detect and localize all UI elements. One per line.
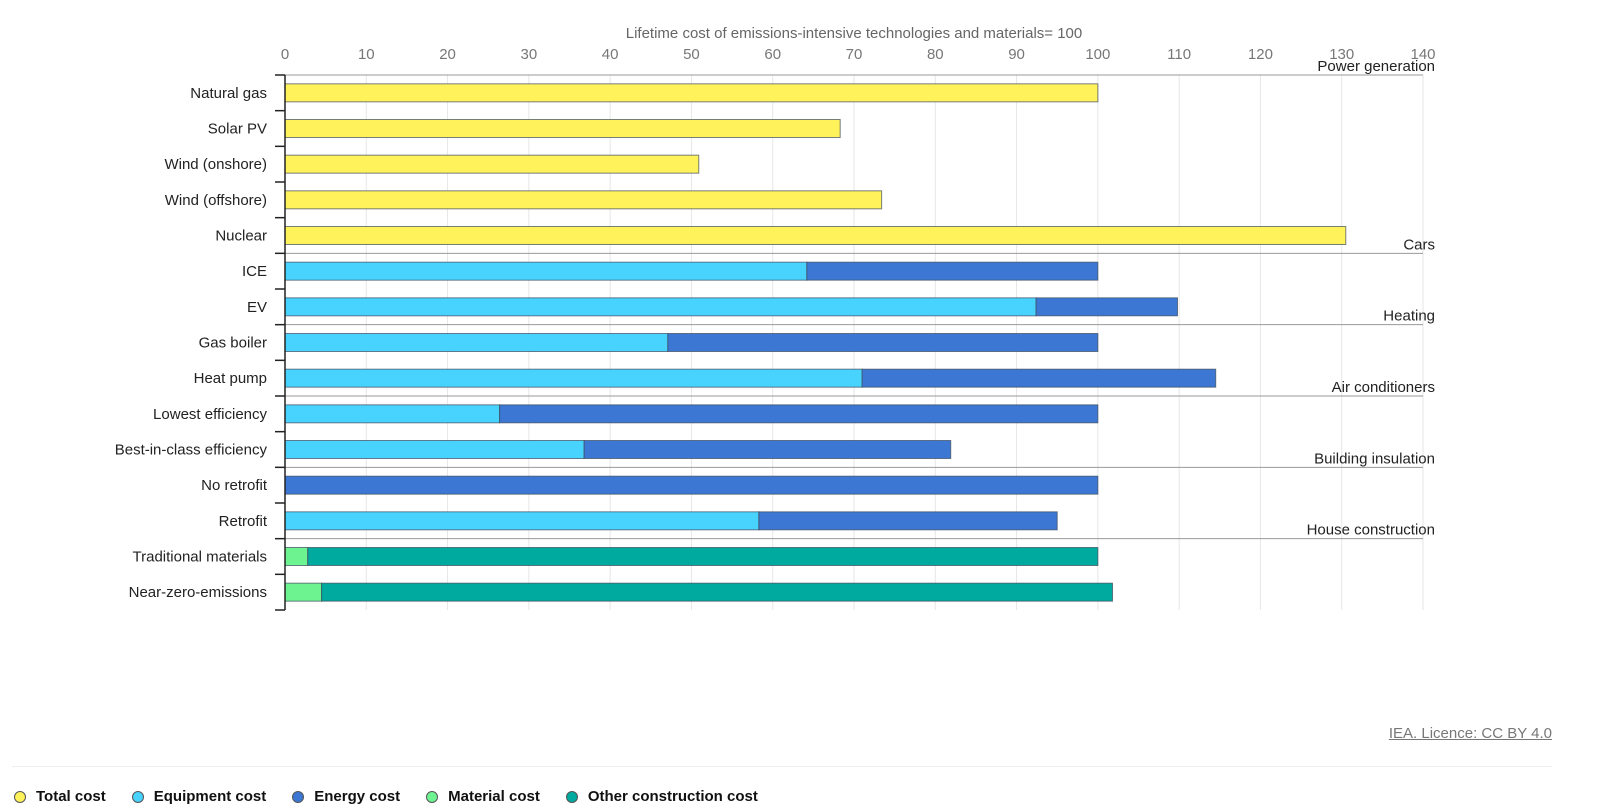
legend: Total cost Equipment cost Energy cost Mater… bbox=[14, 788, 758, 805]
bar-segment-material-cost bbox=[284, 547, 309, 566]
bar-segment-other-construction-cost bbox=[321, 582, 1113, 602]
group-label: Heating bbox=[1383, 308, 1435, 325]
legend-item[interactable]: Equipment cost bbox=[131, 788, 267, 805]
legend-item[interactable]: Material cost bbox=[426, 788, 540, 805]
bar-segment-energy-cost bbox=[583, 440, 952, 459]
category-label: Gas boiler bbox=[199, 335, 267, 352]
bar-segment-energy-cost bbox=[499, 404, 1099, 424]
category-label: Nuclear bbox=[215, 228, 267, 245]
legend-item[interactable]: Total cost bbox=[14, 788, 106, 805]
x-tick-label: 110 bbox=[1167, 46, 1191, 63]
bar-segment-energy-cost bbox=[1035, 297, 1179, 317]
bar-segment-energy-cost bbox=[667, 333, 1099, 352]
bar-segment-equipment-cost bbox=[284, 261, 808, 281]
bar-segment-total-cost bbox=[284, 154, 700, 174]
bar-segment-equipment-cost bbox=[284, 297, 1037, 317]
legend-label: Equipment cost bbox=[153, 788, 267, 805]
legend-label: Material cost bbox=[448, 788, 540, 805]
category-label: Traditional materials bbox=[133, 549, 268, 566]
category-label: ICE bbox=[242, 263, 267, 280]
group-label: House construction bbox=[1307, 522, 1435, 539]
bar-segment-energy-cost bbox=[758, 511, 1058, 531]
legend-dot-icon bbox=[565, 790, 578, 803]
x-axis-title: Lifetime cost of emissions-intensive tec… bbox=[626, 25, 1083, 42]
legend-item[interactable]: Energy cost bbox=[292, 788, 400, 805]
x-tick-label: 40 bbox=[602, 46, 619, 63]
category-label: No retrofit bbox=[201, 477, 268, 494]
category-label: Wind (onshore) bbox=[164, 156, 267, 173]
x-tick-label: 60 bbox=[764, 46, 781, 63]
category-label: Near-zero-emissions bbox=[129, 584, 267, 601]
bar-segment-material-cost bbox=[284, 582, 323, 602]
category-label: Lowest efficiency bbox=[153, 406, 267, 423]
legend-item[interactable]: Other construction cost bbox=[565, 788, 758, 805]
x-tick-label: 10 bbox=[358, 46, 375, 63]
category-label: Retrofit bbox=[219, 513, 268, 530]
bar-segment-total-cost bbox=[284, 226, 1347, 245]
bar-segment-equipment-cost bbox=[284, 404, 501, 424]
legend-dot-icon bbox=[426, 790, 439, 803]
group-label: Air conditioners bbox=[1332, 379, 1435, 396]
bar-segment-energy-cost bbox=[806, 261, 1099, 281]
x-tick-label: 20 bbox=[439, 46, 456, 63]
legend-dot-icon bbox=[292, 790, 305, 803]
licence-link[interactable]: IEA. Licence: CC BY 4.0 bbox=[1389, 725, 1552, 742]
x-tick-label: 0 bbox=[281, 46, 289, 63]
x-tick-label: 50 bbox=[683, 46, 700, 63]
bar-segment-energy-cost bbox=[284, 475, 1099, 495]
bar-segment-equipment-cost bbox=[284, 333, 669, 352]
y-axis bbox=[275, 74, 286, 611]
group-label: Power generation bbox=[1317, 58, 1435, 75]
bar-segment-total-cost bbox=[284, 119, 841, 138]
bar-segment-equipment-cost bbox=[284, 440, 585, 459]
category-label: Solar PV bbox=[208, 121, 267, 138]
x-tick-label: 90 bbox=[1008, 46, 1025, 63]
x-tick-label: 120 bbox=[1248, 46, 1273, 63]
group-label: Cars bbox=[1403, 236, 1435, 253]
stacked-bar-chart: Lifetime cost of emissions-intensive tec… bbox=[115, 25, 1436, 611]
bars bbox=[284, 83, 1347, 602]
x-tick-label: 70 bbox=[846, 46, 863, 63]
bar-segment-total-cost bbox=[284, 190, 883, 210]
legend-label: Other construction cost bbox=[587, 788, 758, 805]
x-tick-label: 100 bbox=[1085, 46, 1110, 63]
bar-segment-total-cost bbox=[284, 83, 1099, 103]
legend-dot-icon bbox=[131, 790, 144, 803]
bar-segment-equipment-cost bbox=[284, 368, 863, 388]
bar-segment-other-construction-cost bbox=[307, 547, 1099, 566]
category-label: Wind (offshore) bbox=[165, 192, 267, 209]
group-label: Building insulation bbox=[1314, 450, 1435, 467]
x-tick-label: 80 bbox=[927, 46, 944, 63]
x-axis-ticks: 0 10 20 30 40 50 60 70 80 90 100 110 120 130 140 bbox=[281, 46, 1436, 63]
category-label: EV bbox=[247, 299, 267, 316]
legend-dot-icon bbox=[14, 790, 26, 803]
bar-segment-energy-cost bbox=[861, 368, 1217, 388]
category-labels: Natural gas Solar PV Wind (onshore) Wind (o… bbox=[115, 85, 268, 601]
x-tick-label: 30 bbox=[521, 46, 538, 63]
legend-label: Energy cost bbox=[314, 788, 401, 805]
category-label: Natural gas bbox=[190, 85, 267, 102]
legend-divider bbox=[12, 766, 1552, 767]
category-label: Heat pump bbox=[194, 370, 267, 387]
bar-segment-equipment-cost bbox=[284, 511, 760, 531]
category-label: Best-in-class efficiency bbox=[115, 442, 268, 459]
legend-label: Total cost bbox=[36, 788, 106, 805]
